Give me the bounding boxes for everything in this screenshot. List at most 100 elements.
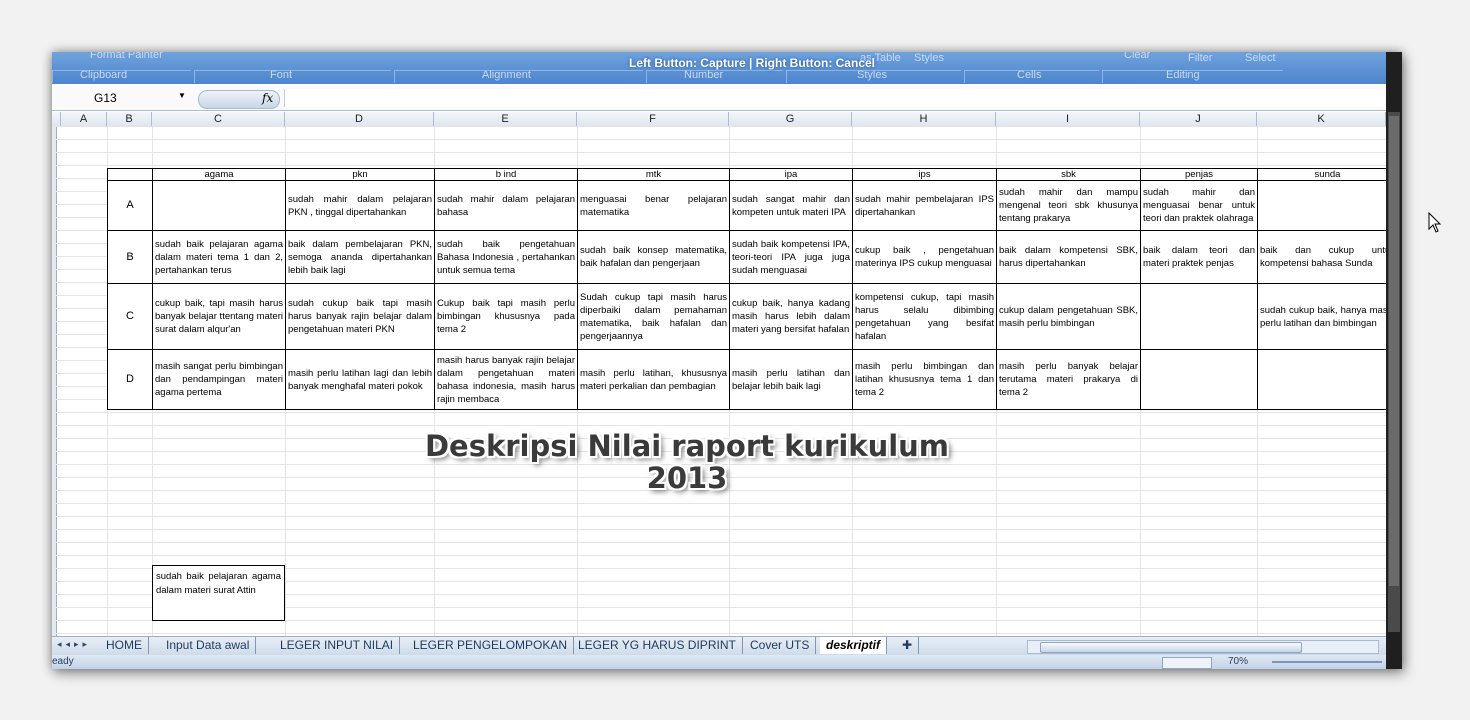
header-cell[interactable]: ips [852, 168, 997, 181]
table-cell[interactable]: Cukup baik tapi masih perlu bimbingan kh… [434, 283, 578, 350]
header-cell[interactable]: penjas [1140, 168, 1258, 181]
tab-navigation-arrows-icon[interactable]: ◂◂▸▸ [57, 639, 91, 650]
table-cell[interactable]: menguasai benar pelajaran matematika [577, 180, 730, 231]
table-cell[interactable]: sudah mahir dan menguasai benar untuk te… [1140, 180, 1258, 231]
grade-cell[interactable]: B [107, 230, 153, 284]
table-cell[interactable]: sudah mahir dalam pelajaran PKN , tingga… [285, 180, 435, 231]
table-cell[interactable]: masih perlu bimbingan dan latihan khusus… [852, 349, 997, 410]
tab-cover-uts[interactable]: Cover UTS [744, 637, 817, 654]
table-cell[interactable]: sudah mahir dan mampu mengenal teori sbk… [996, 180, 1141, 231]
header-cell[interactable]: b ind [434, 168, 578, 181]
column-header-j[interactable]: J [1140, 112, 1257, 126]
tab-input-data-awal[interactable]: Input Data awal [160, 637, 257, 654]
table-cell[interactable]: sudah cukup baik, hanya masih perlu lati… [1257, 283, 1398, 350]
chevron-down-icon[interactable]: ▼ [178, 91, 186, 100]
fx-icon[interactable]: fx [262, 91, 273, 105]
table-row: C cukup baik, tapi masih harus banyak be… [107, 283, 1398, 350]
table-cell[interactable]: sudah mahir dalam pelajaran bahasa [434, 180, 578, 231]
sheet-tab-bar: ◂◂▸▸ HOME Input Data awal LEGER INPUT NI… [52, 636, 1386, 655]
table-cell[interactable]: masih harus banyak rajin belajar dalam p… [434, 349, 578, 410]
view-mode-icons[interactable] [1162, 657, 1212, 669]
ribbon: Format Painter as Table Styles Clear Fil… [52, 52, 1386, 84]
column-header-i[interactable]: I [996, 112, 1140, 126]
mouse-cursor-icon [1428, 212, 1442, 233]
table-cell[interactable]: baik dalam kompetensi SBK, harus diperta… [996, 230, 1141, 284]
note-cell[interactable]: sudah baik pelajaran agama dalam materi … [152, 565, 285, 621]
clear-button[interactable]: Clear [1124, 52, 1150, 61]
table-cell[interactable]: sudah baik konsep matematika, baik hafal… [577, 230, 730, 284]
table-header-row: agama pkn b ind mtk ipa ips sbk penjas s… [107, 168, 1398, 181]
table-cell[interactable]: sudah cukup baik tapi masih harus banyak… [285, 283, 435, 350]
name-box[interactable]: G13 [56, 90, 192, 106]
select-button[interactable]: Select [1245, 52, 1276, 64]
table-cell[interactable]: cukup baik, tapi masih harus banyak bela… [152, 283, 286, 350]
grade-cell[interactable]: C [107, 283, 153, 350]
table-cell[interactable] [1140, 349, 1258, 410]
ribbon-group-styles: Styles [857, 69, 887, 81]
column-header-k[interactable]: K [1257, 112, 1386, 126]
overlay-title-line-1: Deskripsi Nilai raport kurikulum [424, 429, 950, 463]
insert-sheet-icon[interactable]: ✚ [896, 637, 920, 654]
table-cell[interactable]: masih perlu latihan, khususnya materi pe… [577, 349, 730, 410]
table-cell[interactable]: baik dalam pembelajaran PKN, semoga anan… [285, 230, 435, 284]
column-header-e[interactable]: E [434, 112, 577, 126]
tab-leger-pengelompokan[interactable]: LEGER PENGELOMPOKAN [407, 637, 575, 654]
header-cell[interactable]: pkn [285, 168, 435, 181]
filter-button[interactable]: Filter [1188, 52, 1212, 64]
table-cell[interactable]: masih sangat perlu bimbingan dan pendamp… [152, 349, 286, 410]
ribbon-group-editing: Editing [1166, 69, 1200, 81]
table-cell[interactable]: sudah baik pelajaran agama dalam materi … [152, 230, 286, 284]
grade-cell[interactable]: D [107, 349, 153, 410]
table-cell[interactable]: sudah sangat mahir dan kompeten untuk ma… [729, 180, 853, 231]
table-cell[interactable]: masih perlu latihan dan belajar lebih ba… [729, 349, 853, 410]
column-header-d[interactable]: D [285, 112, 434, 126]
zoom-level[interactable]: 70% [1228, 655, 1248, 669]
horizontal-scroll-thumb[interactable] [1040, 642, 1302, 653]
tab-deskriptif[interactable]: deskriptif [820, 637, 888, 654]
select-all-corner[interactable] [52, 112, 61, 126]
header-cell[interactable]: agama [152, 168, 286, 181]
column-header-b[interactable]: B [107, 112, 152, 126]
vertical-scroll-thumb[interactable] [1389, 116, 1399, 586]
table-cell[interactable]: kompetensi cukup, tapi masih harus selal… [852, 283, 997, 350]
column-header-f[interactable]: F [577, 112, 729, 126]
column-header-a[interactable]: A [61, 112, 107, 126]
tab-home[interactable]: HOME [100, 637, 149, 654]
table-cell[interactable] [152, 180, 286, 231]
table-cell[interactable]: cukup baik , pengetahuan materinya IPS c… [852, 230, 997, 284]
grade-cell[interactable]: A [107, 180, 153, 231]
column-header-c[interactable]: C [152, 112, 285, 126]
table-cell[interactable] [1257, 349, 1398, 410]
header-cell[interactable]: sbk [996, 168, 1141, 181]
ribbon-group-font: Font [270, 69, 293, 81]
header-cell[interactable] [107, 168, 153, 181]
table-cell[interactable]: masih perlu latihan lagi dan lebih banya… [285, 349, 435, 410]
table-cell[interactable]: baik dan cukup untuk kompetensi bahasa S… [1257, 230, 1398, 284]
table-cell[interactable]: cukup dalam pengetahuan SBK, masih perlu… [996, 283, 1141, 350]
table-cell[interactable]: sudah baik pengetahuan Bahasa Indonesia … [434, 230, 578, 284]
tab-leger-yg-harus-diprint[interactable]: LEGER YG HARUS DIPRINT [572, 637, 743, 654]
header-cell[interactable]: ipa [729, 168, 853, 181]
table-cell[interactable] [1257, 180, 1398, 231]
format-painter-button[interactable]: Format Painter [90, 52, 163, 61]
table-row: A sudah mahir dalam pelajaran PKN , ting… [107, 180, 1398, 231]
zoom-slider[interactable] [1272, 661, 1382, 663]
table-cell[interactable]: cukup baik, hanya kadang masih harus leb… [729, 283, 853, 350]
ribbon-group-clipboard: Clipboard [80, 69, 128, 81]
table-cell[interactable]: sudah mahir pembelajaran IPS dipertahank… [852, 180, 997, 231]
table-cell[interactable]: sudah baik kompetensi IPA, teori-teori I… [729, 230, 853, 284]
header-cell[interactable]: sunda [1257, 168, 1398, 181]
table-cell[interactable]: baik dalam teori dan materi praktek penj… [1140, 230, 1258, 284]
tab-leger-input-nilai[interactable]: LEGER INPUT NILAI [274, 637, 401, 654]
overlay-title-line-2: 2013 [646, 461, 728, 495]
capture-instruction: Left Button: Capture | Right Button: Can… [629, 56, 875, 70]
formula-input[interactable] [284, 89, 1385, 107]
header-cell[interactable]: mtk [577, 168, 730, 181]
column-header-g[interactable]: G [729, 112, 852, 126]
horizontal-scrollbar[interactable] [1027, 640, 1379, 654]
table-cell[interactable]: Sudah cukup tapi masih harus diperbaiki … [577, 283, 730, 350]
table-cell[interactable] [1140, 283, 1258, 350]
table-cell[interactable]: masih perlu banyak belajar terutama mate… [996, 349, 1141, 410]
column-headers: A B C D E F G H I J K [52, 112, 1386, 127]
column-header-h[interactable]: H [852, 112, 996, 126]
